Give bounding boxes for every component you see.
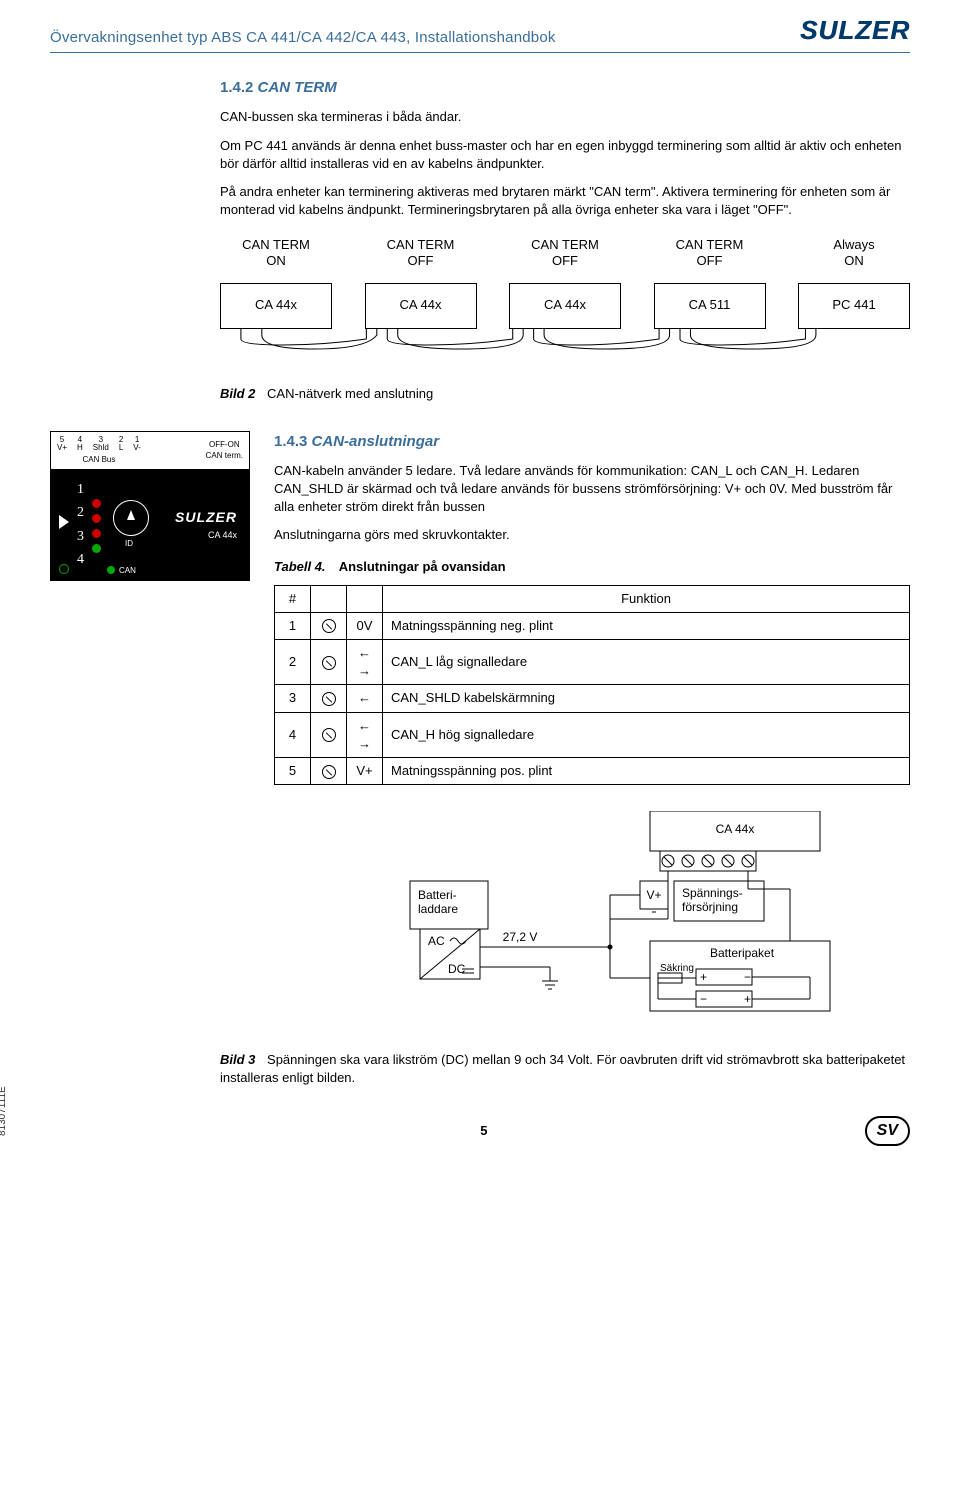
- section-title: CAN-anslutningar: [312, 433, 440, 450]
- doc-title: Övervakningsenhet typ ABS CA 441/CA 442/…: [50, 27, 556, 48]
- net-node-label: CAN TERMOFF: [365, 237, 477, 268]
- can-term-label: CAN term.: [206, 450, 243, 461]
- net-node-box: CA 44x: [220, 283, 332, 329]
- paragraph: Anslutningarna görs med skruvkontakter.: [274, 526, 910, 544]
- section-1-4-2: 1.4.2 CAN TERM CAN-bussen ska termineras…: [220, 77, 910, 402]
- svg-text:+: +: [744, 992, 751, 1006]
- screw-terminal-icon: [322, 728, 336, 742]
- can-led-icon: [107, 566, 115, 574]
- paragraph: Om PC 441 används är denna enhet buss-ma…: [220, 137, 910, 173]
- id-dial-icon: [113, 500, 149, 536]
- terminal-pin: 3Shld: [93, 436, 109, 452]
- table-row: 10VMatningsspänning neg. plint: [275, 612, 910, 639]
- figure-3-caption: Bild 3 Spänningen ska vara likström (DC)…: [220, 1051, 910, 1087]
- screw-terminal-icon: [322, 765, 336, 779]
- svg-text:V+: V+: [646, 888, 661, 902]
- led-4-icon: [92, 544, 101, 553]
- net-node-label: CAN TERMON: [220, 237, 332, 268]
- led-2-icon: [92, 514, 101, 523]
- section-number: 1.4.3: [274, 433, 307, 450]
- terminal-pin: 2L: [119, 436, 123, 452]
- terminal-pin: 5V+: [57, 436, 67, 452]
- led-3-icon: [92, 529, 101, 538]
- section-number: 1.4.2: [220, 79, 253, 96]
- svg-text:−: −: [700, 992, 707, 1006]
- device-front-panel: 5V+ 4H 3Shld 2L 1V- CAN Bus OFF-ON CAN term.…: [50, 431, 250, 581]
- ca44x-label: CA 44x: [716, 822, 755, 836]
- device-model: CA 44x: [175, 529, 237, 542]
- svg-text:+: +: [700, 970, 707, 984]
- can-network-diagram: CAN TERMON CAN TERMOFF CAN TERMOFF CAN TERM…: [220, 237, 910, 354]
- net-node-box: CA 44x: [365, 283, 477, 329]
- net-node-box: CA 511: [654, 283, 766, 329]
- page-header: Övervakningsenhet typ ABS CA 441/CA 442/…: [50, 0, 910, 53]
- table-row: 5V+Matningsspänning pos. plint: [275, 757, 910, 784]
- net-node-label: AlwaysON: [798, 237, 910, 268]
- svg-text:27,2 V: 27,2 V: [503, 930, 538, 944]
- svg-text:AC: AC: [428, 934, 445, 948]
- table-row: 3←CAN_SHLD kabelskärmning: [275, 685, 910, 712]
- net-node-box: CA 44x: [509, 283, 621, 329]
- power-icon: [59, 564, 69, 574]
- section-title: CAN TERM: [258, 79, 337, 96]
- terminal-pin: 4H: [77, 436, 83, 452]
- svg-text:Säkring: Säkring: [660, 963, 694, 974]
- svg-text:Spännings-försörjning: Spännings-försörjning: [682, 886, 743, 914]
- channel-number: 3: [77, 527, 84, 547]
- can-term-switch-label: OFF-ON: [206, 439, 243, 450]
- svg-text:Batteri-laddare: Batteri-laddare: [418, 888, 458, 916]
- channel-number: 4: [77, 550, 84, 570]
- col-hash: #: [275, 585, 311, 612]
- table-row: 2← →CAN_L låg signalledare: [275, 640, 910, 685]
- can-bus-label: CAN Bus: [57, 454, 141, 465]
- paragraph: CAN-bussen ska termineras i båda ändar.: [220, 108, 910, 126]
- can-label: CAN: [119, 565, 136, 576]
- paragraph: På andra enheter kan terminering aktiver…: [220, 183, 910, 219]
- language-badge: SV: [865, 1116, 910, 1146]
- document-code: 81307111E: [0, 1086, 10, 1136]
- channel-number: 1: [77, 480, 84, 500]
- screw-terminal-icon: [322, 692, 336, 706]
- net-node-box: PC 441: [798, 283, 910, 329]
- wiring-diagram: CA 44x Batteri-laddare AC: [220, 811, 910, 1031]
- table-4-caption: Tabell 4. Anslutningar på ovansidan: [274, 558, 910, 576]
- col-function: Funktion: [383, 585, 910, 612]
- brand-logo: SULZER: [800, 12, 910, 48]
- svg-text:Batteripaket: Batteripaket: [710, 946, 775, 960]
- table-4: # Funktion 10VMatningsspänning neg. plin…: [274, 585, 910, 786]
- terminal-pin: 1V-: [133, 436, 141, 452]
- channel-number: 2: [77, 503, 84, 523]
- led-1-icon: [92, 499, 101, 508]
- net-node-label: CAN TERMOFF: [654, 237, 766, 268]
- play-icon: [59, 515, 69, 529]
- svg-text:−: −: [744, 970, 751, 984]
- id-label: ID: [125, 538, 133, 549]
- net-node-label: CAN TERMOFF: [509, 237, 621, 268]
- screw-terminal-icon: [322, 619, 336, 633]
- paragraph: CAN-kabeln använder 5 ledare. Två ledare…: [274, 462, 910, 517]
- page-number: 5: [103, 1122, 865, 1140]
- device-brand: SULZER: [175, 508, 237, 528]
- table-row: 4← →CAN_H hög signalledare: [275, 712, 910, 757]
- screw-terminal-icon: [322, 656, 336, 670]
- figure-2-caption: Bild 2 CAN-nätverk med anslutning: [220, 385, 910, 403]
